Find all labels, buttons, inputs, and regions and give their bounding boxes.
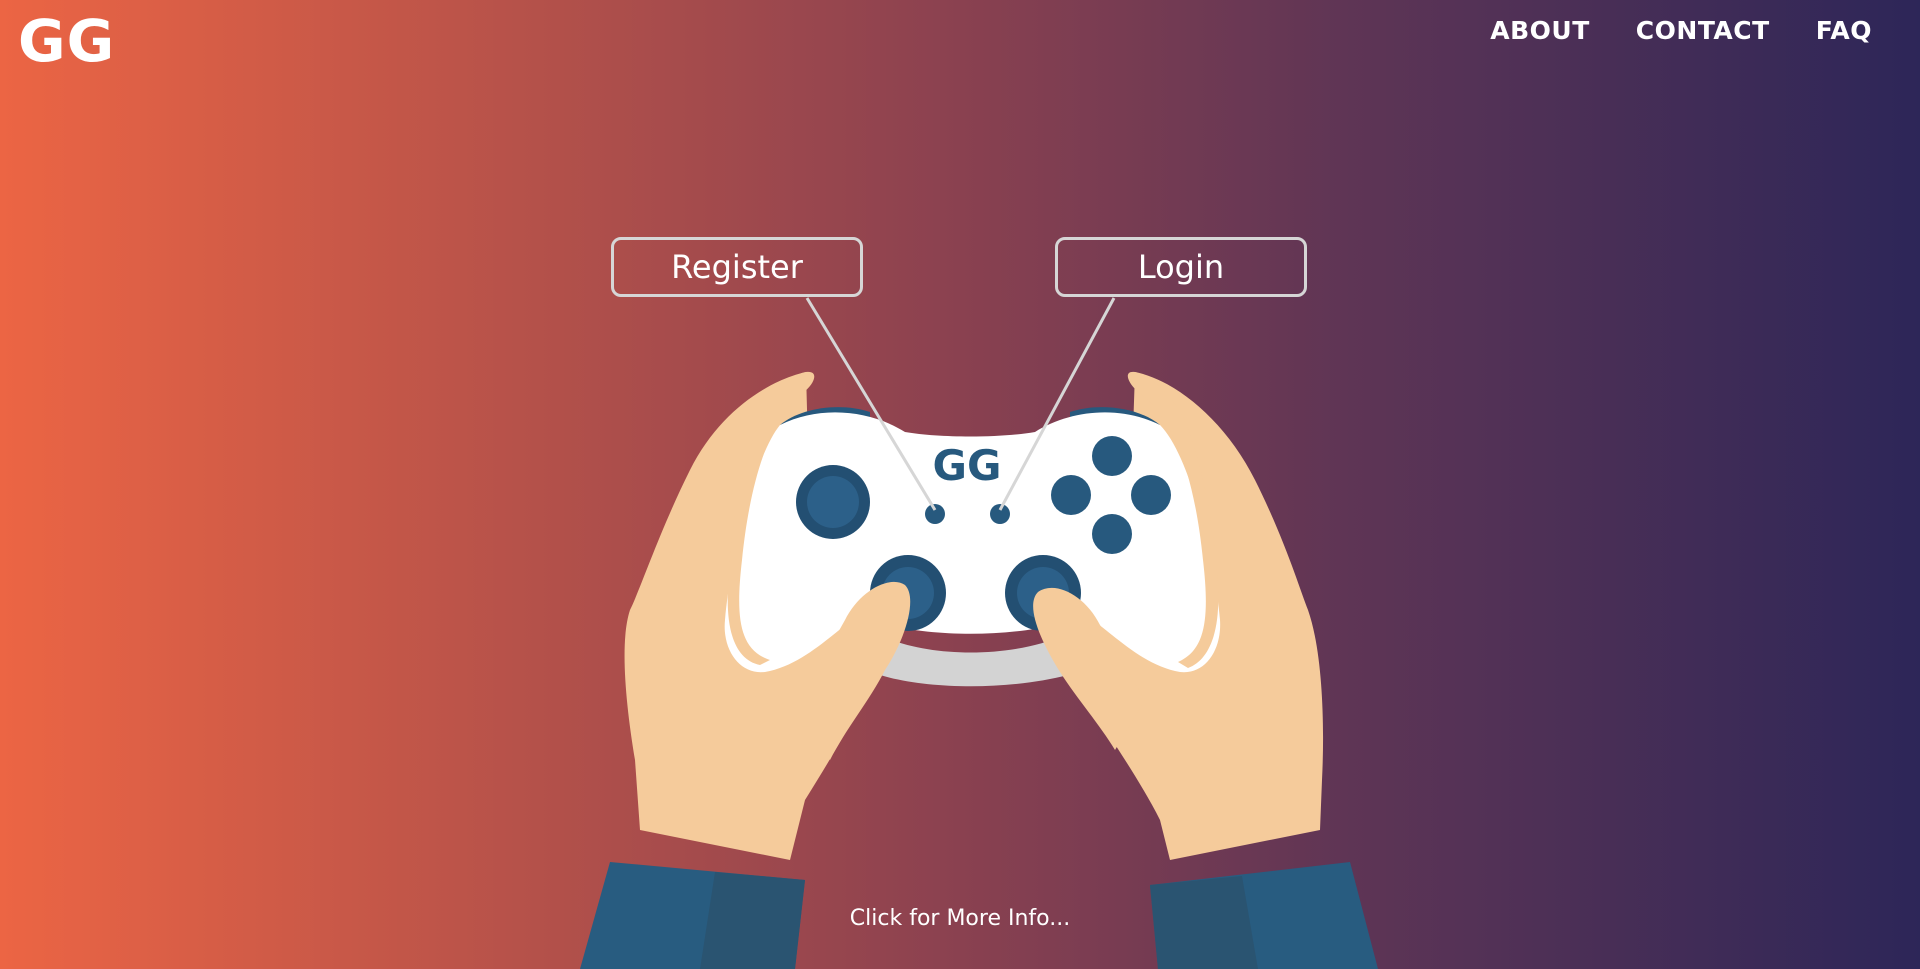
face-button-right-icon	[1131, 475, 1171, 515]
face-button-top-icon	[1092, 436, 1132, 476]
select-button-icon[interactable]	[925, 504, 945, 524]
controller-illustration: GG	[580, 297, 1378, 969]
controller-logo: GG	[933, 441, 1002, 490]
login-button[interactable]: Login	[1055, 237, 1307, 297]
face-button-left-icon	[1051, 475, 1091, 515]
register-button[interactable]: Register	[611, 237, 863, 297]
more-info-link[interactable]: Click for More Info...	[0, 906, 1920, 931]
face-button-bottom-icon	[1092, 514, 1132, 554]
